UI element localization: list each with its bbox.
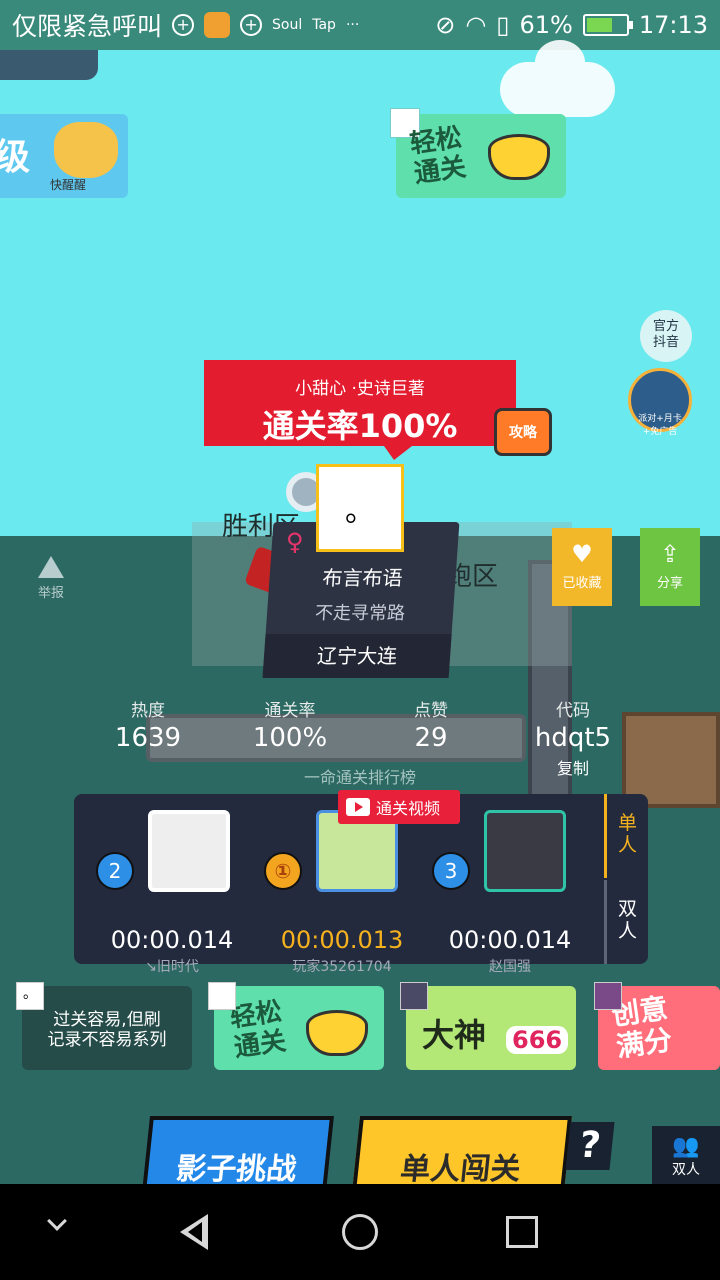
wifi-icon: ◠	[465, 11, 487, 39]
clock: 17:13	[638, 11, 708, 39]
gold-medal-icon: ①	[264, 852, 302, 890]
series-thumbnail	[400, 982, 428, 1010]
female-icon: ♀	[286, 528, 304, 556]
share-icon: ⇪	[659, 540, 681, 568]
cloud-decoration	[500, 40, 615, 117]
share-label: 分享	[656, 576, 683, 591]
official-douyin-button[interactable]: 官方 抖音	[640, 310, 692, 362]
battery-percent: 61%	[519, 11, 573, 39]
carrier-text: 仅限紧急呼叫	[12, 12, 163, 41]
pass-rate-banner: 小甜心 ·史诗巨著 通关率100%	[204, 360, 516, 460]
shadow-challenge-button[interactable]: 影子挑战	[142, 1116, 334, 1192]
leaderboard-title: 一命通关排行榜	[303, 768, 416, 787]
player-time: 00:00.014	[448, 926, 572, 954]
nav-recents-icon[interactable]	[506, 1216, 538, 1248]
leaderboard-entry-1[interactable]: ① 00:00.013 玩家35261704	[262, 810, 422, 975]
cake-666-icon: 666	[506, 1026, 569, 1054]
banner-title: 通关率100%	[262, 407, 458, 445]
report-label: 举报	[37, 586, 64, 601]
series-tag-easy[interactable]: 轻松 通关	[214, 986, 384, 1070]
pass-rate-label: 通关率	[264, 701, 316, 721]
level-tag-text: 级	[0, 137, 31, 178]
leaderboard-mode-tabs: 单 人 双 人	[604, 794, 648, 964]
app-emoji-icon	[204, 12, 231, 38]
tap-app-icon: Tap	[312, 17, 336, 33]
tab-single[interactable]: 单 人	[604, 794, 648, 878]
rank-badge: 2	[96, 852, 134, 890]
leaderboard-entry-2[interactable]: 2 00:00.014 ↘旧时代	[92, 810, 252, 975]
series-label: 大神	[422, 1016, 487, 1054]
pass-rate-value: 100%	[252, 723, 328, 753]
player-time: 00:00.014	[110, 926, 234, 954]
easy-clear-text: 轻松 通关	[408, 122, 468, 190]
likes-label: 点赞	[414, 701, 448, 721]
back-button[interactable]	[0, 50, 98, 80]
level-tag-subtext: 快醒醒	[50, 178, 87, 192]
player-time: 00:00.013	[280, 926, 404, 954]
share-button[interactable]: ⇪ 分享	[640, 528, 700, 606]
favorite-button[interactable]: ♥ 已收藏	[552, 528, 612, 606]
clear-video-label: 通关视频	[376, 799, 441, 818]
favorite-label: 已收藏	[562, 576, 602, 591]
plus-icon-2: +	[240, 14, 263, 36]
two-people-icon: 👥	[672, 1134, 700, 1159]
author-avatar[interactable]: 。	[316, 464, 404, 552]
chevron-down-icon[interactable]	[47, 1211, 67, 1231]
tab-duo[interactable]: 双 人	[604, 880, 648, 964]
help-button[interactable]: ?	[565, 1122, 615, 1170]
player-name: ↘旧时代	[145, 959, 199, 975]
code-label: 代码	[556, 701, 590, 721]
party-monthly-card-button[interactable]: 派对+月卡 +免广告	[628, 368, 692, 437]
banner-subtitle: 小甜心 ·史诗巨著	[295, 379, 425, 399]
clear-video-button[interactable]: 通关视频	[338, 790, 460, 824]
rank-badge: 3	[432, 852, 470, 890]
heat-label: 热度	[131, 701, 165, 721]
more-notifications-icon: ···	[345, 17, 360, 33]
plus-icon: +	[172, 14, 195, 36]
banana-icon	[306, 1010, 368, 1056]
pass-rate-stat: 通关率 100%	[244, 696, 336, 753]
author-name: 布言布语	[321, 566, 404, 590]
banana-icon	[488, 134, 550, 180]
series-thumbnail	[594, 982, 622, 1010]
series-label: 轻松 通关	[228, 996, 288, 1064]
warning-icon	[38, 556, 64, 578]
player-name: 玩家35261704	[292, 959, 392, 975]
system-nav-bar	[0, 1184, 720, 1280]
series-thumbnail: 。	[16, 982, 44, 1010]
guide-tv-button[interactable]: 攻略	[494, 408, 552, 456]
report-button[interactable]: 举报	[28, 556, 74, 601]
author-location: 辽宁大连	[262, 634, 452, 678]
player-avatar	[484, 810, 566, 892]
player-name: 赵国强	[489, 959, 531, 975]
status-bar: 仅限紧急呼叫 + + Soul Tap ··· ⊘ ◠ ▯ 61% 17:13	[0, 0, 720, 50]
soul-app-icon: Soul	[272, 17, 303, 33]
heart-icon: ♥	[571, 540, 593, 568]
author-motto: 不走寻常路	[314, 603, 406, 624]
code-value: hdqt5	[534, 723, 612, 753]
nav-home-icon[interactable]	[342, 1214, 378, 1250]
battery-icon	[582, 14, 633, 36]
likes-stat[interactable]: 点赞 29	[400, 696, 462, 753]
nav-back-icon-inner	[188, 1222, 202, 1242]
series-label: 过关容易,但刷 记录不容易系列	[47, 1010, 167, 1050]
sim-icon: ▯	[496, 11, 510, 39]
series-tag-record[interactable]: 过关容易,但刷 记录不容易系列	[22, 986, 192, 1070]
video-play-icon	[346, 798, 370, 816]
single-play-button[interactable]: 单人闯关	[352, 1116, 572, 1192]
series-thumbnail	[208, 982, 236, 1010]
series-tag-master[interactable]: 大神 666	[406, 986, 576, 1070]
level-difficulty-tag[interactable]: 级 快醒醒	[0, 114, 128, 198]
likes-value: 29	[414, 723, 448, 753]
heat-stat: 热度 1639	[112, 696, 184, 753]
leaderboard-entry-3[interactable]: 3 00:00.014 赵国强	[430, 810, 590, 975]
duo-label: 双人	[672, 1162, 700, 1178]
duo-mode-button[interactable]: 👥 双人	[652, 1126, 720, 1190]
easy-clear-tag[interactable]: 轻松 通关	[390, 108, 566, 198]
shiba-dog-icon	[54, 122, 118, 178]
player-avatar	[148, 810, 230, 892]
mute-icon: ⊘	[435, 11, 456, 39]
heat-value: 1639	[114, 723, 182, 753]
